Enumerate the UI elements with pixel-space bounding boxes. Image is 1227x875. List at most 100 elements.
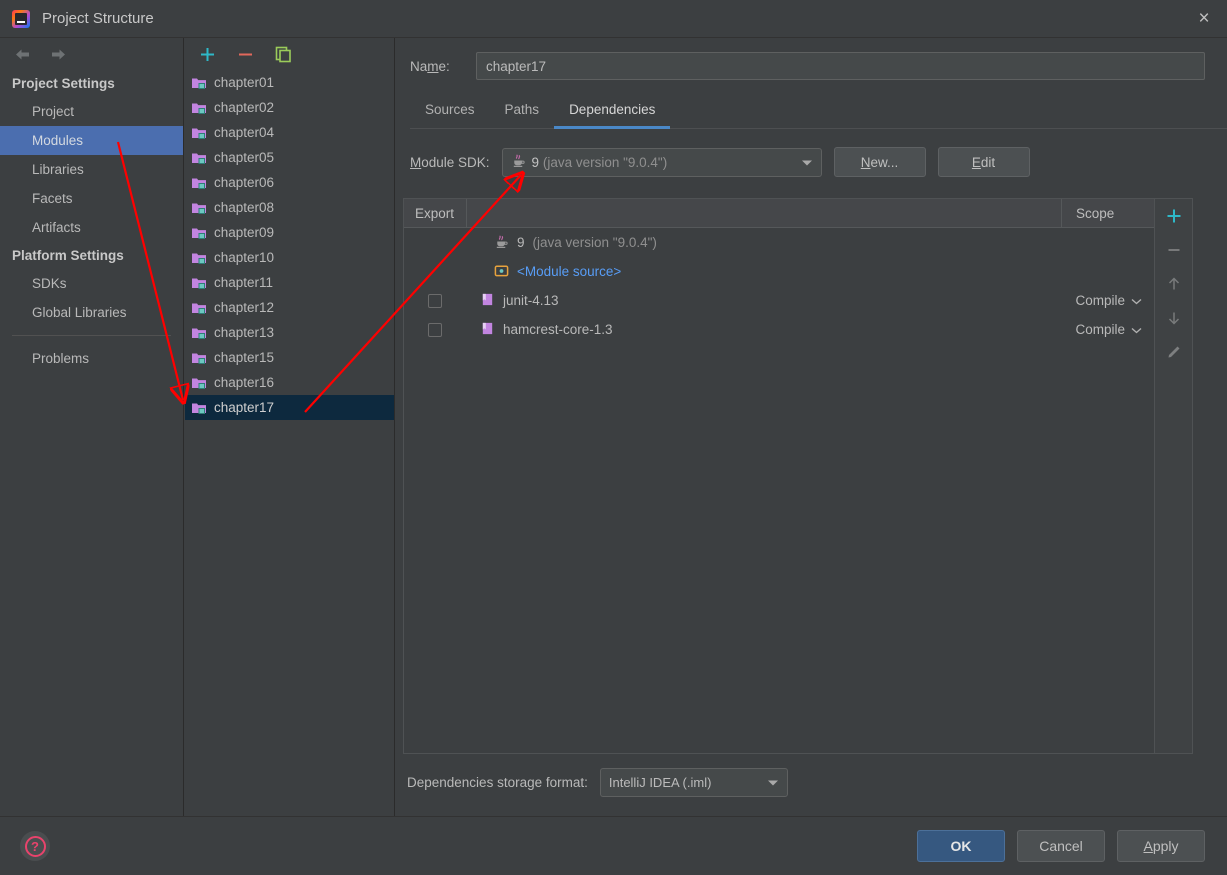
help-question-icon: ?: [24, 835, 46, 857]
modules-list: chapter01 chapter02 chapter04 chapter05: [185, 70, 394, 420]
module-label: chapter06: [214, 175, 275, 190]
apply-button[interactable]: Apply: [1117, 830, 1205, 862]
sidebar-item-problems[interactable]: Problems: [0, 344, 183, 373]
help-button[interactable]: ?: [20, 831, 50, 861]
new-sdk-button[interactable]: New...: [833, 147, 926, 177]
list-item[interactable]: chapter15: [185, 345, 394, 370]
scope-dropdown[interactable]: Compile: [1024, 293, 1154, 308]
move-down-button[interactable]: [1163, 307, 1185, 329]
module-folder-icon: [191, 175, 207, 191]
dependency-detail: (java version "9.0.4"): [532, 235, 657, 250]
list-item[interactable]: chapter08: [185, 195, 394, 220]
chevron-down-icon: [753, 775, 779, 790]
module-folder-icon: [191, 250, 207, 266]
export-checkbox[interactable]: [428, 293, 442, 308]
intellij-idea-icon: [12, 9, 30, 28]
table-row[interactable]: hamcrest-core-1.3 Compile: [404, 315, 1154, 344]
dependencies-rows: 9 (java version "9.0.4") <Module source>…: [404, 228, 1154, 753]
list-item[interactable]: chapter10: [185, 245, 394, 270]
module-sdk-label: Module SDK:: [410, 154, 490, 170]
module-folder-icon: [191, 400, 207, 416]
dependencies-table-body-wrap: Export Scope 9 (java version "9.0.4") <M…: [404, 199, 1154, 753]
move-up-button[interactable]: [1163, 273, 1185, 295]
module-name-input[interactable]: [476, 52, 1205, 80]
list-item[interactable]: chapter11: [185, 270, 394, 295]
module-folder-icon: [191, 375, 207, 391]
sidebar-group-project-settings: Project Settings: [12, 76, 115, 91]
back-arrow-icon[interactable]: [12, 44, 32, 64]
dependency-label: <Module source>: [517, 264, 622, 279]
list-item[interactable]: chapter13: [185, 320, 394, 345]
export-cell[interactable]: [404, 293, 466, 308]
module-label: chapter05: [214, 150, 275, 165]
tab-dependencies[interactable]: Dependencies: [554, 96, 671, 129]
edit-dependency-button[interactable]: [1163, 341, 1185, 363]
module-folder-icon: [191, 275, 207, 291]
sidebar-item-modules[interactable]: Modules: [0, 126, 183, 155]
table-row[interactable]: <Module source>: [404, 257, 1154, 286]
modules-toolbar: [185, 38, 394, 66]
dependency-label: junit-4.13: [503, 293, 559, 308]
list-item[interactable]: chapter01: [185, 70, 394, 95]
list-item[interactable]: chapter09: [185, 220, 394, 245]
tab-sources[interactable]: Sources: [410, 96, 490, 129]
dependency-name-cell: <Module source>: [466, 263, 1024, 281]
dependency-name-cell: junit-4.13: [466, 292, 1024, 310]
column-header-name: [466, 199, 1061, 227]
list-item[interactable]: chapter16: [185, 370, 394, 395]
list-item-selected[interactable]: chapter17: [185, 395, 394, 420]
module-folder-icon: [191, 225, 207, 241]
list-item[interactable]: chapter12: [185, 295, 394, 320]
list-item[interactable]: chapter04: [185, 120, 394, 145]
minus-icon[interactable]: [235, 44, 255, 64]
module-folder-icon: [191, 100, 207, 116]
cancel-button[interactable]: Cancel: [1017, 830, 1105, 862]
export-checkbox[interactable]: [428, 322, 442, 337]
module-sdk-dropdown[interactable]: 9 (java version "9.0.4"): [501, 147, 822, 177]
module-folder-icon: [191, 150, 207, 166]
dependencies-side-toolbar: [1154, 199, 1192, 753]
module-sdk-row: Module SDK: 9 (java version "9.0.4") New…: [396, 129, 1227, 177]
table-row[interactable]: junit-4.13 Compile: [404, 286, 1154, 315]
window-title: Project Structure: [42, 10, 154, 27]
sidebar-item-sdks[interactable]: SDKs: [0, 269, 183, 298]
add-dependency-button[interactable]: [1163, 205, 1185, 227]
table-row[interactable]: 9 (java version "9.0.4"): [404, 228, 1154, 257]
library-icon: [480, 321, 495, 339]
edit-sdk-button[interactable]: Edit: [937, 147, 1030, 177]
java-sdk-icon: [494, 234, 509, 252]
sidebar-item-project[interactable]: Project: [0, 97, 183, 126]
export-cell[interactable]: [404, 322, 466, 337]
module-folder-icon: [191, 300, 207, 316]
list-item[interactable]: chapter02: [185, 95, 394, 120]
close-icon[interactable]: ×: [1181, 0, 1227, 38]
dialog-bottom-bar: ? OK Cancel Apply: [0, 816, 1227, 875]
dependencies-storage-row: Dependencies storage format: IntelliJ ID…: [407, 768, 788, 797]
module-label: chapter02: [214, 100, 275, 115]
sidebar-item-facets[interactable]: Facets: [0, 184, 183, 213]
module-label: chapter17: [214, 400, 275, 415]
sidebar-group-platform-settings: Platform Settings: [12, 248, 124, 263]
scope-label: Compile: [1075, 322, 1125, 337]
ok-button[interactable]: OK: [917, 830, 1005, 862]
sidebar-item-global-libraries[interactable]: Global Libraries: [0, 298, 183, 327]
java-sdk-icon: [511, 153, 526, 171]
module-folder-icon: [191, 200, 207, 216]
list-item[interactable]: chapter06: [185, 170, 394, 195]
module-folder-icon: [191, 325, 207, 341]
list-item[interactable]: chapter05: [185, 145, 394, 170]
forward-arrow-icon[interactable]: [48, 44, 68, 64]
tab-paths[interactable]: Paths: [490, 96, 555, 129]
module-label: chapter11: [214, 275, 274, 290]
sidebar-item-libraries[interactable]: Libraries: [0, 155, 183, 184]
plus-icon[interactable]: [197, 44, 217, 64]
title-bar: Project Structure ×: [0, 0, 1227, 38]
sidebar-item-artifacts[interactable]: Artifacts: [0, 213, 183, 242]
copy-icon[interactable]: [273, 44, 293, 64]
module-source-folder-icon: [494, 263, 509, 281]
storage-format-dropdown[interactable]: IntelliJ IDEA (.iml): [599, 768, 788, 797]
module-sdk-value: 9 (java version "9.0.4"): [531, 154, 668, 170]
remove-dependency-button[interactable]: [1163, 239, 1185, 261]
module-label: chapter04: [214, 125, 275, 140]
scope-dropdown[interactable]: Compile: [1024, 322, 1154, 337]
